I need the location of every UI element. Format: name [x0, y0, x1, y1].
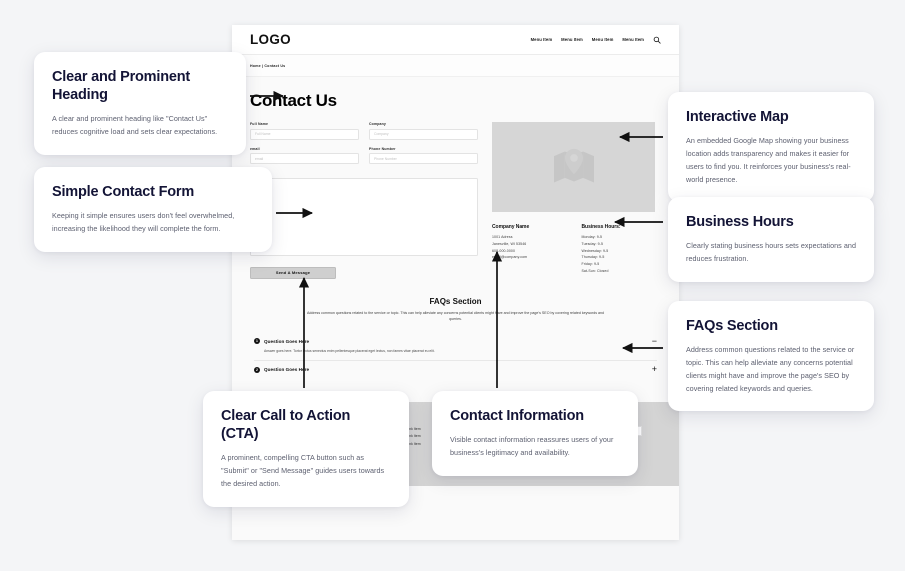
annotation-card-hours: Business Hours Clearly stating business …	[668, 197, 874, 282]
annotation-card-faqs: FAQs Section Address common questions re…	[668, 301, 874, 412]
annotation-body-form: Keeping it simple ensures users don't fe…	[52, 211, 235, 233]
annotation-title-map: Interactive Map	[686, 109, 789, 125]
annotation-title-faqs: FAQs Section	[686, 318, 778, 334]
annotation-body-cta: A prominent, compelling CTA button such …	[221, 453, 385, 488]
annotation-card-form: Simple Contact Form Keeping it simple en…	[34, 167, 272, 252]
annotation-title-cta: Clear Call to Action (CTA)	[221, 408, 351, 443]
annotation-title-hours: Business Hours	[686, 214, 794, 230]
annotation-body-contact: Visible contact information reassures us…	[450, 435, 614, 457]
annotation-card-contact: Contact Information Visible contact info…	[432, 391, 638, 476]
annotation-title-form: Simple Contact Form	[52, 184, 195, 200]
annotation-body-hours: Clearly stating business hours sets expe…	[686, 241, 857, 263]
annotation-card-cta: Clear Call to Action (CTA) A prominent, …	[203, 391, 409, 507]
annotation-title-contact: Contact Information	[450, 408, 584, 424]
annotation-body-map: An embedded Google Map showing your busi…	[686, 136, 851, 184]
annotation-card-heading: Clear and Prominent Heading A clear and …	[34, 52, 246, 155]
annotation-body-faqs: Address common questions related to the …	[686, 345, 855, 393]
annotation-title-heading: Clear and Prominent Heading	[52, 69, 191, 104]
annotation-card-map: Interactive Map An embedded Google Map s…	[668, 92, 874, 203]
annotation-body-heading: A clear and prominent heading like "Cont…	[52, 114, 218, 137]
